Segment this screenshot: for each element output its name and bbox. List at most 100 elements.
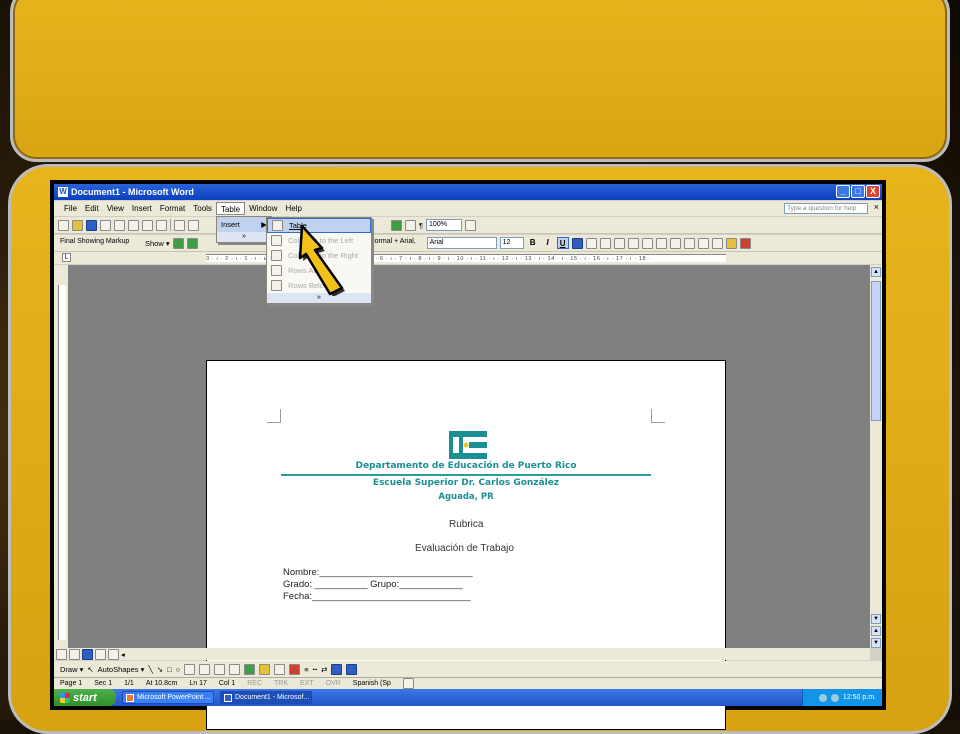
line-style-icon[interactable]: ≡ <box>304 665 308 674</box>
status-ext[interactable]: EXT <box>300 680 314 687</box>
italic-button[interactable]: I <box>542 237 554 249</box>
horizontal-ruler[interactable]: L 3 · ı · 2 · ı · 1 · ı · ⊾ · ı · 1 · ı … <box>54 252 882 264</box>
textbox-icon[interactable] <box>184 663 196 675</box>
menu-insert[interactable]: Insert <box>128 202 156 215</box>
highlight-icon[interactable] <box>725 237 737 249</box>
menu-file[interactable]: File <box>60 202 81 215</box>
scroll-left-icon[interactable]: ◂ <box>121 650 125 659</box>
menu-item-insert[interactable]: Insert ▶ <box>217 217 271 232</box>
font-size-select[interactable]: 12 <box>499 237 524 249</box>
cut-icon[interactable] <box>174 219 185 231</box>
font-color-icon[interactable] <box>739 237 751 249</box>
increase-indent-icon[interactable] <box>697 237 709 249</box>
print-icon[interactable] <box>128 219 139 231</box>
dash-style-icon[interactable]: ┅ <box>313 665 318 674</box>
title-bar[interactable]: W Document1 - Microsoft Word _ □ X <box>54 184 882 200</box>
start-button[interactable]: start <box>54 689 116 706</box>
web-view-icon[interactable] <box>69 648 80 660</box>
justify-icon[interactable] <box>613 237 625 249</box>
menu-help[interactable]: Help <box>282 202 306 215</box>
scroll-down-icon[interactable]: ▼ <box>871 614 881 624</box>
normal-view-icon[interactable] <box>56 648 67 660</box>
spelling-icon[interactable] <box>156 219 167 231</box>
align-center-icon[interactable] <box>585 237 597 249</box>
next-page-icon[interactable]: ▼ <box>871 638 881 648</box>
bullets-icon[interactable] <box>669 237 681 249</box>
show-hide-icon[interactable]: ¶ <box>419 221 423 230</box>
save-icon[interactable] <box>86 219 97 231</box>
status-ovr[interactable]: OVR <box>326 680 341 687</box>
menu-window[interactable]: Window <box>245 202 281 215</box>
fill-color-icon[interactable] <box>259 663 271 675</box>
diagram-icon[interactable] <box>214 663 226 675</box>
line-spacing-icon[interactable] <box>641 237 653 249</box>
menu-table[interactable]: Table <box>215 202 246 215</box>
menu-view[interactable]: View <box>103 202 128 215</box>
wordart-icon[interactable] <box>199 663 211 675</box>
decrease-indent-icon[interactable] <box>683 237 695 249</box>
horizontal-scrollbar[interactable]: ◂ <box>54 648 870 660</box>
bold-button[interactable]: B <box>527 237 539 249</box>
markup-select[interactable]: Final Showing Markup <box>58 237 142 249</box>
reading-view-icon[interactable] <box>95 648 106 660</box>
3d-icon[interactable] <box>346 663 358 675</box>
border-icon[interactable] <box>711 237 723 249</box>
menu-tools[interactable]: Tools <box>189 202 216 215</box>
permission-icon[interactable] <box>100 219 111 231</box>
copy-icon[interactable] <box>188 219 199 231</box>
help-icon[interactable] <box>465 219 477 231</box>
maximize-button[interactable]: □ <box>851 185 865 198</box>
rectangle-icon[interactable]: □ <box>167 665 172 674</box>
tab-stop-selector[interactable]: L <box>62 253 71 262</box>
open-folder-icon[interactable] <box>72 219 83 231</box>
menu-edit[interactable]: Edit <box>81 202 103 215</box>
arrow-style-icon[interactable]: ⇄ <box>321 665 327 674</box>
help-search-input[interactable]: Type a question for help <box>784 203 868 214</box>
outline-view-icon[interactable] <box>108 648 119 660</box>
next-change-icon[interactable] <box>186 237 198 249</box>
scroll-up-icon[interactable]: ▲ <box>871 267 881 277</box>
tray-network-icon[interactable] <box>818 693 827 702</box>
picture-icon[interactable] <box>244 663 256 675</box>
minimize-button[interactable]: _ <box>836 185 850 198</box>
underline-button[interactable]: U <box>556 237 569 249</box>
shadow-icon[interactable] <box>331 663 343 675</box>
distribute-icon[interactable] <box>627 237 639 249</box>
new-document-icon[interactable] <box>58 219 69 231</box>
close-button[interactable]: X <box>866 185 880 198</box>
draw-menu-button[interactable]: Draw ▾ <box>60 665 83 674</box>
vertical-ruler[interactable] <box>54 265 68 648</box>
select-objects-icon[interactable]: ↖ <box>87 665 93 674</box>
text-color-icon[interactable] <box>289 663 301 675</box>
arrow-icon[interactable]: ➘ <box>157 665 163 674</box>
align-left-icon[interactable] <box>571 237 583 249</box>
status-language[interactable]: Spanish (Sp <box>353 680 391 687</box>
print-preview-icon[interactable] <box>142 219 153 231</box>
spelling-status-icon[interactable] <box>402 678 414 689</box>
taskbar-item-word[interactable]: Document1 - Microsof... <box>220 691 312 704</box>
menu-format[interactable]: Format <box>156 202 189 215</box>
document-close-icon[interactable]: × <box>874 202 879 212</box>
font-select[interactable]: Arial <box>426 237 497 249</box>
print-layout-icon[interactable] <box>82 648 93 660</box>
word-app-icon[interactable]: W <box>58 187 68 197</box>
taskbar-item-powerpoint[interactable]: Microsoft PowerPoint ... <box>122 691 214 704</box>
vertical-scrollbar[interactable]: ▲ ▼ ▲ ▼ <box>870 265 882 648</box>
previous-change-icon[interactable] <box>172 237 184 249</box>
show-menu-button[interactable]: Show ▾ <box>145 239 170 248</box>
prev-page-icon[interactable]: ▲ <box>871 626 881 636</box>
numbering-icon[interactable] <box>655 237 667 249</box>
status-trk[interactable]: TRK <box>274 680 288 687</box>
style-select[interactable]: Normal + Arial, <box>367 237 424 249</box>
document-map-icon[interactable] <box>405 219 416 231</box>
scroll-thumb[interactable] <box>871 281 881 421</box>
line-icon[interactable]: ╲ <box>148 665 153 674</box>
clipart-icon[interactable] <box>229 663 241 675</box>
line-color-icon[interactable] <box>274 663 286 675</box>
menu-expand-icon[interactable]: » <box>217 232 271 242</box>
oval-icon[interactable]: ○ <box>176 665 181 674</box>
research-icon[interactable] <box>391 219 402 231</box>
status-rec[interactable]: REC <box>247 680 262 687</box>
align-right-icon[interactable] <box>599 237 611 249</box>
autoshapes-menu-button[interactable]: AutoShapes ▾ <box>98 665 145 674</box>
